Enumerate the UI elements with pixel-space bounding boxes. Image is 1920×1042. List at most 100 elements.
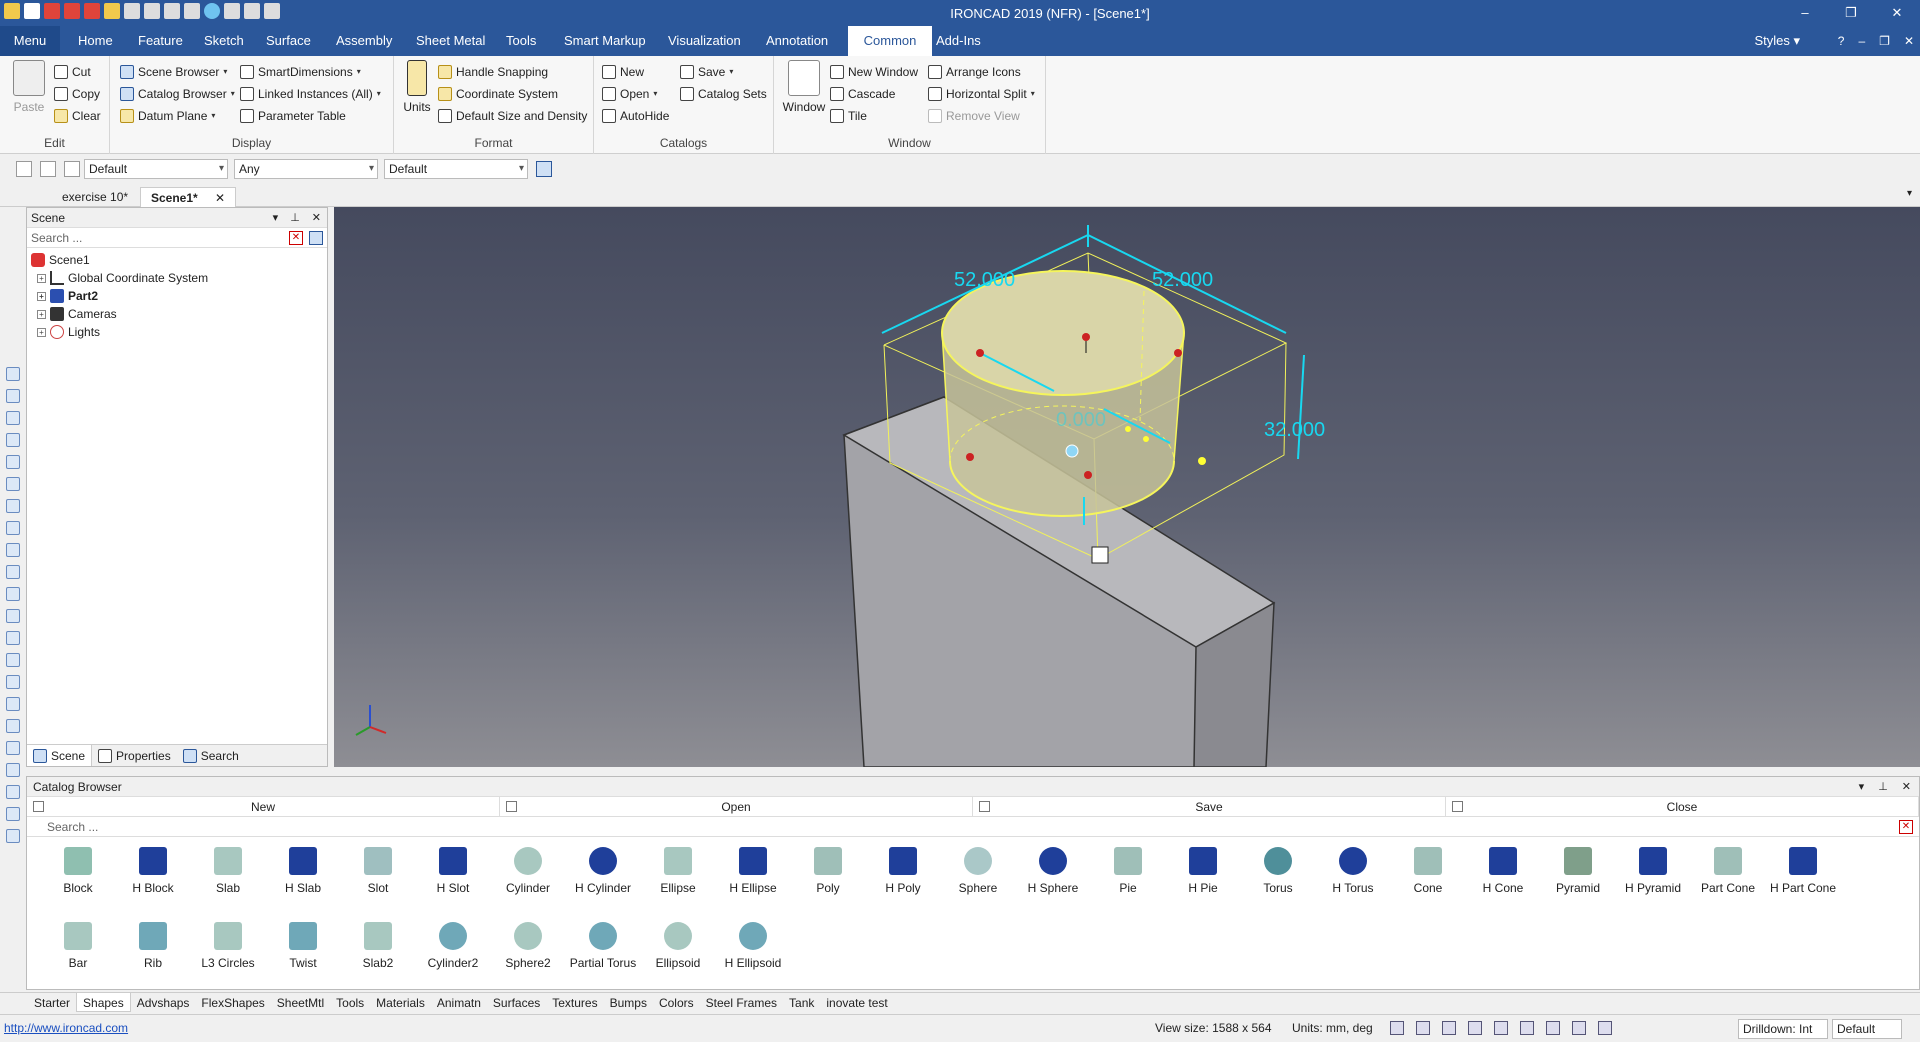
tab-list-chevron-icon[interactable]: ▾: [1907, 188, 1912, 199]
catalog-shape-item[interactable]: Slab2: [341, 920, 415, 980]
catalog-pin-icon[interactable]: ⊥: [1878, 777, 1888, 797]
snap-icon[interactable]: [1494, 1021, 1508, 1035]
view-icon-7[interactable]: [6, 499, 20, 513]
arrange-icons-button[interactable]: Arrange Icons: [928, 62, 1021, 82]
catalog-save-button[interactable]: Save: [973, 797, 1446, 816]
drilldown-select[interactable]: Drilldown: Int: [1738, 1019, 1828, 1039]
tree-item-part2[interactable]: + Part2: [31, 287, 323, 305]
catalog-tab-advshaps[interactable]: Advshaps: [131, 993, 196, 1012]
catalog-shape-item[interactable]: H Poly: [866, 845, 940, 905]
catalog-tab-sheetmtl[interactable]: SheetMtl: [271, 993, 330, 1012]
catalog-shape-item[interactable]: Rib: [116, 920, 190, 980]
dimension-height[interactable]: 32.000: [1264, 419, 1325, 442]
units-button[interactable]: Units: [400, 60, 434, 114]
datum-plane-button[interactable]: Datum Plane ▾: [120, 106, 215, 126]
tree-item-scene1[interactable]: Scene1: [31, 251, 323, 269]
catalog-tab-shapes[interactable]: Shapes: [76, 993, 131, 1012]
catalog-shape-item[interactable]: H Slab: [266, 845, 340, 905]
view-icon-15[interactable]: [6, 675, 20, 689]
catalog-sets-button[interactable]: Catalog Sets: [680, 84, 767, 104]
3d-viewport[interactable]: 52.000 52.000 32.000 0.000: [334, 207, 1920, 767]
website-link[interactable]: http://www.ironcad.com: [4, 1021, 128, 1035]
cascade-button[interactable]: Cascade: [830, 84, 895, 104]
catalog-tab-bumps[interactable]: Bumps: [604, 993, 653, 1012]
catalog-shape-item[interactable]: Bar: [41, 920, 115, 980]
scene-search-input[interactable]: Search ... ✕: [27, 228, 327, 248]
catalog-shape-item[interactable]: H Block: [116, 845, 190, 905]
doc-tab-close-icon[interactable]: ✕: [215, 191, 225, 205]
dimension-width[interactable]: 52.000: [954, 269, 1015, 292]
view-icon-16[interactable]: [6, 697, 20, 711]
expand-icon[interactable]: +: [37, 291, 46, 301]
window-button[interactable]: Window: [780, 60, 828, 114]
catalog-shape-item[interactable]: Block: [41, 845, 115, 905]
catalog-tab-starter[interactable]: Starter: [28, 993, 76, 1012]
catalog-shape-item[interactable]: Ellipse: [641, 845, 715, 905]
default-size-button[interactable]: Default Size and Density: [438, 106, 587, 126]
tab-smart-markup[interactable]: Smart Markup: [556, 26, 654, 56]
ribbon-close-icon[interactable]: ✕: [1904, 26, 1914, 56]
catalog-browser-button[interactable]: Catalog Browser ▾: [120, 84, 235, 104]
catalog-shape-item[interactable]: H Cone: [1466, 845, 1540, 905]
cut-button[interactable]: Cut: [54, 62, 91, 82]
dimension-radius[interactable]: 0.000: [1056, 409, 1106, 432]
tab-scene[interactable]: Scene: [27, 745, 93, 766]
view-icon-10[interactable]: [6, 565, 20, 579]
catalog-shape-item[interactable]: Sphere2: [491, 920, 565, 980]
catalog-shape-item[interactable]: Ellipsoid: [641, 920, 715, 980]
view-icon-14[interactable]: [6, 653, 20, 667]
copy-button[interactable]: Copy: [54, 84, 100, 104]
render-mode-icon[interactable]: [1468, 1021, 1482, 1035]
view-icon-9[interactable]: [6, 543, 20, 557]
tab-surface[interactable]: Surface: [258, 26, 319, 56]
expand-icon[interactable]: +: [37, 309, 46, 319]
panel-close-icon[interactable]: ✕: [312, 208, 321, 228]
close-icon[interactable]: ✕: [1874, 0, 1920, 26]
style-combo[interactable]: Default: [384, 159, 528, 179]
view-icon-2[interactable]: [6, 389, 20, 403]
expand-icon[interactable]: +: [37, 273, 46, 283]
catalog-shape-item[interactable]: Slot: [341, 845, 415, 905]
catalog-close-icon[interactable]: ✕: [1902, 777, 1911, 797]
anchor-handle-icon[interactable]: [1091, 546, 1109, 564]
view-icon-20[interactable]: [6, 785, 20, 799]
remove-view-button[interactable]: Remove View: [928, 106, 1020, 126]
catalog-shape-item[interactable]: Twist: [266, 920, 340, 980]
catalog-shape-item[interactable]: Sphere: [941, 845, 1015, 905]
view-icon-1[interactable]: [6, 367, 20, 381]
view-icon-3[interactable]: [6, 411, 20, 425]
panel-dropdown-icon[interactable]: ▾: [273, 208, 279, 228]
horizontal-split-button[interactable]: Horizontal Split ▾: [928, 84, 1035, 104]
ribbon-minimize-icon[interactable]: –: [1858, 26, 1865, 56]
catalog-shape-item[interactable]: Partial Torus: [566, 920, 640, 980]
tab-annotation[interactable]: Annotation: [758, 26, 836, 56]
search-options-icon[interactable]: [309, 231, 323, 245]
expand-icon[interactable]: +: [37, 327, 46, 337]
help-icon[interactable]: ?: [1838, 26, 1845, 56]
filter-icon[interactable]: [64, 161, 80, 177]
view-icon-12[interactable]: [6, 609, 20, 623]
selection-mode-combo[interactable]: Default: [84, 159, 228, 179]
catalog-tab-tank[interactable]: Tank: [783, 993, 820, 1012]
catalog-dropdown-icon[interactable]: ▾: [1859, 777, 1865, 797]
catalog-tab-flexshapes[interactable]: FlexShapes: [195, 993, 270, 1012]
catalog-tab-colors[interactable]: Colors: [653, 993, 700, 1012]
catalog-shape-item[interactable]: Pyramid: [1541, 845, 1615, 905]
select-tool-icon[interactable]: [16, 161, 32, 177]
coordinate-system-button[interactable]: Coordinate System: [438, 84, 558, 104]
view-icon-5[interactable]: [6, 455, 20, 469]
catalog-tab-inovate-test[interactable]: inovate test: [820, 993, 893, 1012]
zoom-fit-icon[interactable]: [1416, 1021, 1430, 1035]
view-icon-13[interactable]: [6, 631, 20, 645]
scene-canvas[interactable]: [334, 207, 1920, 767]
view-icon-17[interactable]: [6, 719, 20, 733]
catalog-search-clear-icon[interactable]: ✕: [1899, 820, 1913, 834]
view-icon-22[interactable]: [6, 829, 20, 843]
tab-home[interactable]: Home: [70, 26, 121, 56]
catalog-shape-item[interactable]: H Ellipsoid: [716, 920, 790, 980]
catalog-open-button[interactable]: Open: [500, 797, 973, 816]
catalog-open-button[interactable]: Open ▾: [602, 84, 657, 104]
smart-dimensions-button[interactable]: SmartDimensions ▾: [240, 62, 361, 82]
catalog-shape-item[interactable]: H Slot: [416, 845, 490, 905]
view-icon-4[interactable]: [6, 433, 20, 447]
